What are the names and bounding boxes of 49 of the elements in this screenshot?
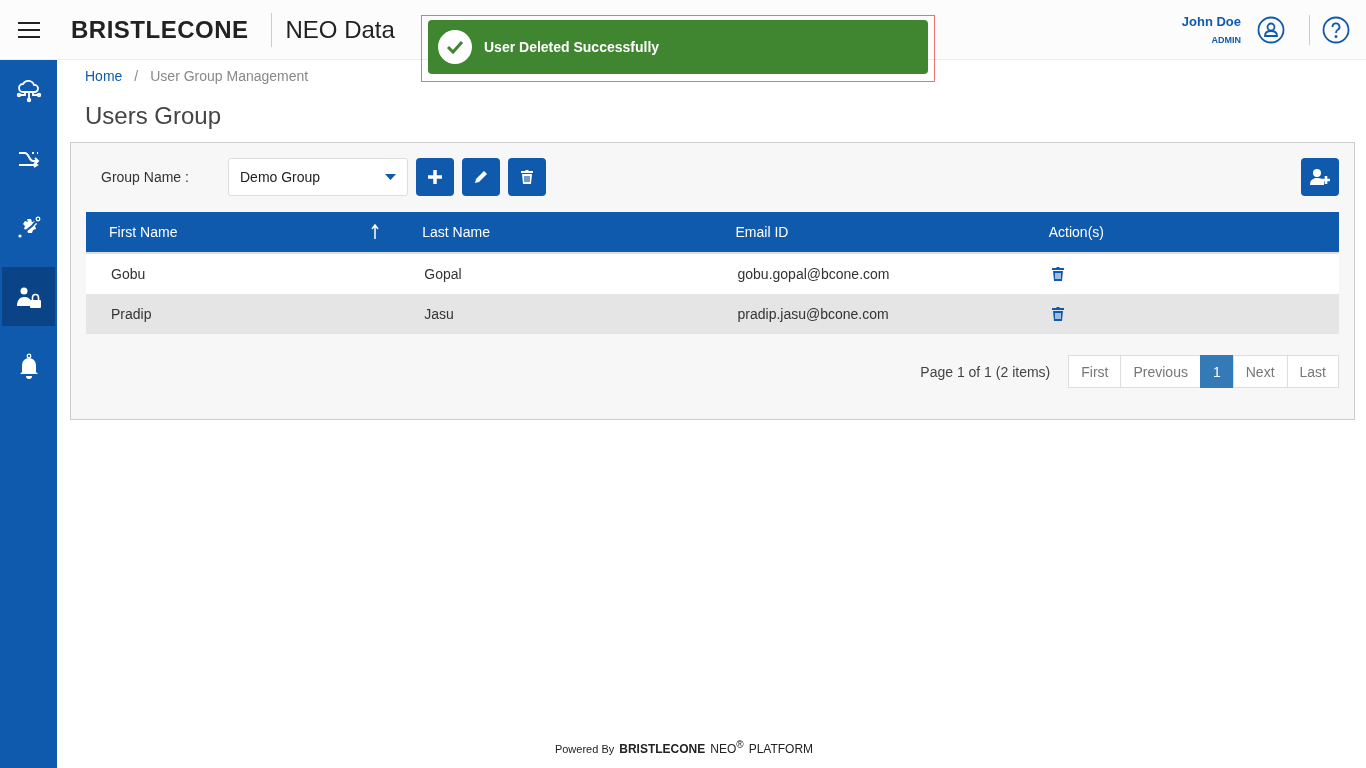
table-cell: pradip.jasu@bcone.com [712, 294, 1026, 334]
column-header[interactable]: First Name [86, 212, 400, 253]
row-delete-button[interactable] [1050, 306, 1065, 322]
trash-icon [520, 169, 534, 185]
breadcrumb-link[interactable]: Home [85, 68, 123, 84]
caret-icon [385, 174, 396, 180]
page-button[interactable]: Next [1232, 355, 1288, 388]
page-summary: Page 1 of 1 (2 items) [920, 363, 1051, 380]
add-user-icon [1309, 168, 1331, 186]
delete-button[interactable] [508, 158, 546, 196]
page-button[interactable]: Previous [1120, 355, 1201, 388]
pencil-icon [473, 169, 489, 185]
toast-message: User Deleted Successfully [484, 39, 660, 55]
column-header[interactable]: Email ID [712, 212, 1026, 253]
row-delete-button[interactable] [1050, 266, 1065, 282]
breadcrumb-separator: / [134, 68, 139, 84]
page-button[interactable]: First [1068, 355, 1122, 388]
column-header[interactable]: Last Name [399, 212, 713, 253]
platform-text: PLATFORM [748, 742, 814, 756]
page-button[interactable]: 1 [1199, 355, 1234, 388]
footer-logo: BRISTLECONE [619, 742, 706, 756]
page-button[interactable]: Last [1286, 355, 1339, 388]
sidebar-item[interactable] [2, 267, 55, 326]
trash-icon [1050, 306, 1065, 322]
trash-icon [1050, 266, 1065, 282]
check-icon [438, 30, 472, 64]
app-title: NEO Data [285, 15, 395, 44]
table-cell: Gopal [399, 253, 713, 294]
product-name: NEO$^{®}$ [710, 739, 744, 756]
plus-icon [428, 170, 442, 184]
column-header[interactable]: Action(s) [1025, 212, 1339, 253]
table-cell: gobu.gopal@bcone.com [712, 253, 1026, 294]
group-name-label: Group Name : [100, 169, 190, 185]
breadcrumb-current: User Group Management [150, 68, 309, 84]
user-role: ADMIN [1211, 35, 1241, 45]
group-select[interactable]: Demo Group [228, 158, 408, 196]
table-cell: Pradip [86, 294, 400, 334]
page-title: Users Group [85, 102, 223, 130]
add-button[interactable] [416, 158, 454, 196]
user-icon[interactable] [1257, 15, 1285, 44]
user-name: John Doe [1181, 14, 1241, 29]
edit-button[interactable] [462, 158, 500, 196]
logo: BRISTLECONE [71, 15, 249, 44]
help-icon[interactable] [1322, 15, 1350, 44]
table-cell: Gobu [86, 253, 400, 294]
table-cell: Jasu [399, 294, 713, 334]
powered-by-text: Powered By [554, 743, 615, 755]
menu-icon[interactable] [16, 20, 41, 39]
add-user-button[interactable] [1301, 158, 1339, 196]
